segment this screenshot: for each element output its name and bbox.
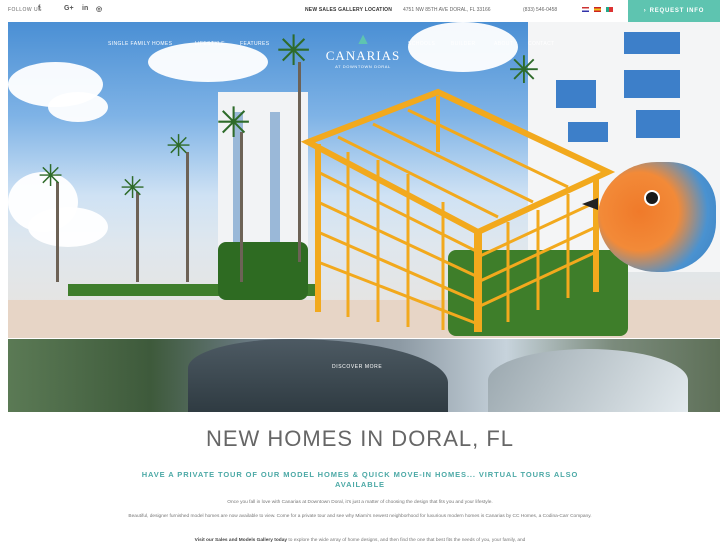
hero-image: ✳ ✳ ✳ ✳ ✳ ✳ SINGLE FAMILY HOMES LIFESTYL… [8, 22, 720, 338]
sales-gallery-address[interactable]: 4751 NW 85TH AVE DORAL, FL 33166 [403, 7, 491, 13]
logo-subtitle: AT DOWNTOWN DORAL [335, 64, 391, 69]
page-headline: NEW HOMES IN DORAL, FL [205, 426, 515, 451]
palm-trunk [136, 192, 139, 282]
flag-pt-icon[interactable] [606, 7, 613, 12]
nav-about[interactable]: ABOUT [494, 41, 513, 47]
discover-more-link[interactable]: DISCOVER MORE [332, 364, 382, 370]
instagram-icon[interactable]: ◎ [96, 5, 102, 13]
nav-contact[interactable]: CONTACT [528, 41, 555, 47]
tour-subheading: HAVE A PRIVATE TOUR OF OUR MODEL HOMES &… [141, 470, 579, 489]
palm-tree-icon: ✳ [216, 99, 252, 146]
facebook-icon[interactable]: f [38, 5, 40, 12]
google-plus-icon[interactable]: G+ [64, 5, 74, 12]
sales-gallery-location-label: NEW SALES GALLERY LOCATION [305, 7, 393, 13]
canarias-logo[interactable]: ▲ CANARIAS AT DOWNTOWN DORAL [320, 31, 406, 70]
second-banner-image [8, 339, 720, 412]
linkedin-icon[interactable]: in [82, 5, 88, 12]
rock-sculpture [188, 339, 448, 412]
palm-tree-icon: ✳ [166, 130, 192, 163]
palm-trunk [186, 152, 189, 282]
palm-trunk [56, 182, 59, 282]
pergola [300, 88, 616, 332]
nav-features[interactable]: FEATURES [240, 41, 270, 47]
bird-eye [644, 190, 660, 206]
request-info-button[interactable]: › REQUEST INFO [628, 0, 720, 22]
follow-us-label: FOLLOW US [8, 7, 42, 13]
arrow-right-icon: › [643, 8, 647, 14]
cloud [408, 22, 518, 72]
phone-number[interactable]: (833) 546-0458 [523, 7, 557, 13]
palm-tree-icon: ✳ [38, 160, 64, 193]
window [636, 110, 680, 138]
palm-trunk [240, 132, 243, 282]
nav-lifestyle[interactable]: LIFESTYLE [195, 41, 225, 47]
cloud [48, 92, 108, 122]
bird-sculpture [598, 162, 716, 272]
logo-name: CANARIAS [325, 48, 401, 63]
cloud [148, 42, 268, 82]
nav-builder[interactable]: BUILDER [451, 41, 475, 47]
intro-paragraph: Once you fall in love with Canarias at D… [227, 500, 493, 505]
window [624, 70, 680, 98]
window [624, 32, 680, 54]
visit-paragraph: Visit our Sales and Models Gallery today… [118, 538, 602, 544]
cloud [28, 207, 108, 247]
request-info-label: REQUEST INFO [649, 8, 705, 14]
logo-mark-icon: ▲ [355, 31, 371, 48]
palm-tree-icon: ✳ [276, 27, 312, 74]
visit-paragraph-text: to explore the wide array of home design… [287, 538, 526, 543]
bird-beak [582, 198, 598, 210]
nav-schools[interactable]: SCHOOLS [408, 41, 435, 47]
palm-tree-icon: ✳ [120, 172, 146, 205]
rock-sculpture [488, 349, 688, 412]
flag-us-icon[interactable] [582, 7, 589, 12]
top-bar: FOLLOW US f G+ in ◎ NEW SALES GALLERY LO… [0, 0, 720, 22]
flag-es-icon[interactable] [594, 7, 601, 12]
nav-single-family-homes[interactable]: SINGLE FAMILY HOMES [108, 41, 172, 47]
visit-bold-text[interactable]: Visit our Sales and Models Gallery today [195, 538, 287, 543]
models-paragraph: Beautiful, designer furnished model home… [128, 514, 592, 519]
